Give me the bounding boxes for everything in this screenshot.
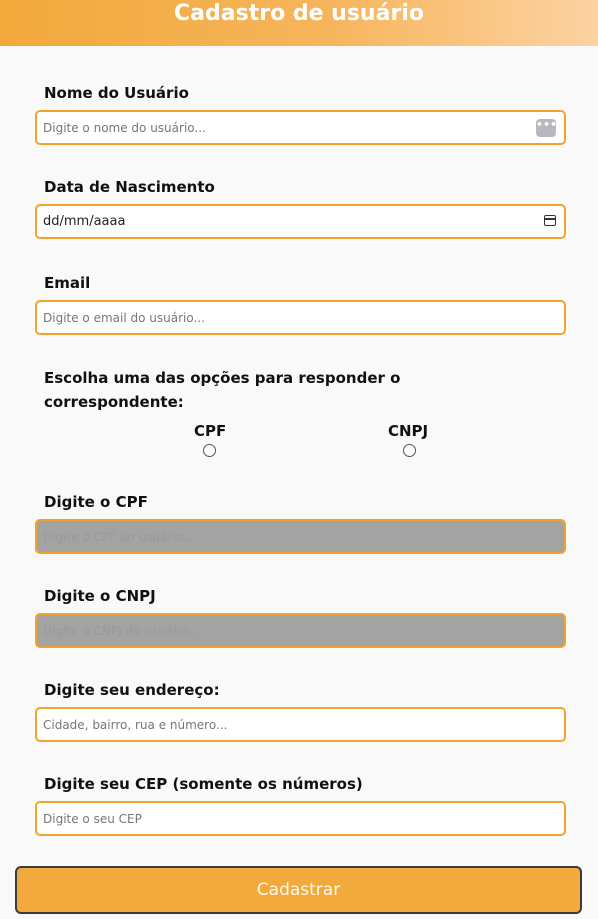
- option-cnpj-label: CNPJ: [388, 422, 429, 440]
- cpf-label: Digite o CPF: [44, 493, 148, 511]
- more-dots-icon[interactable]: •••: [536, 119, 557, 137]
- page-header: Cadastro de usuário: [0, 0, 598, 46]
- email-input[interactable]: [37, 302, 529, 333]
- name-field-box: •••: [35, 110, 566, 145]
- email-label: Email: [44, 274, 91, 292]
- cep-input[interactable]: [37, 803, 529, 834]
- email-field-box: [35, 300, 566, 335]
- birth-label: Data de Nascimento: [44, 178, 215, 196]
- cpf-input[interactable]: [37, 521, 529, 552]
- address-field-box: [35, 707, 566, 742]
- submit-button[interactable]: Cadastrar: [15, 866, 582, 914]
- birth-date-value: dd/mm/aaaa: [43, 214, 126, 229]
- calendar-icon[interactable]: [544, 215, 556, 226]
- name-input[interactable]: [37, 112, 529, 143]
- cnpj-input[interactable]: [37, 615, 529, 646]
- option-cnpj-radio[interactable]: [403, 444, 416, 457]
- option-cpf-radio[interactable]: [203, 444, 216, 457]
- address-label: Digite seu endereço:: [44, 681, 220, 699]
- document-choice-question: Escolha uma das opções para responder o …: [44, 369, 401, 411]
- birth-date-input[interactable]: dd/mm/aaaa: [35, 204, 566, 239]
- cnpj-label: Digite o CNPJ: [44, 587, 156, 605]
- option-cpf-label: CPF: [194, 422, 227, 440]
- cep-label: Digite seu CEP (somente os números): [44, 775, 363, 793]
- page-title: Cadastro de usuário: [174, 1, 424, 26]
- name-label: Nome do Usuário: [44, 84, 189, 102]
- cep-field-box: [35, 801, 566, 836]
- cpf-field-box: [35, 519, 566, 554]
- cnpj-field-box: [35, 613, 566, 648]
- address-input[interactable]: [37, 709, 529, 740]
